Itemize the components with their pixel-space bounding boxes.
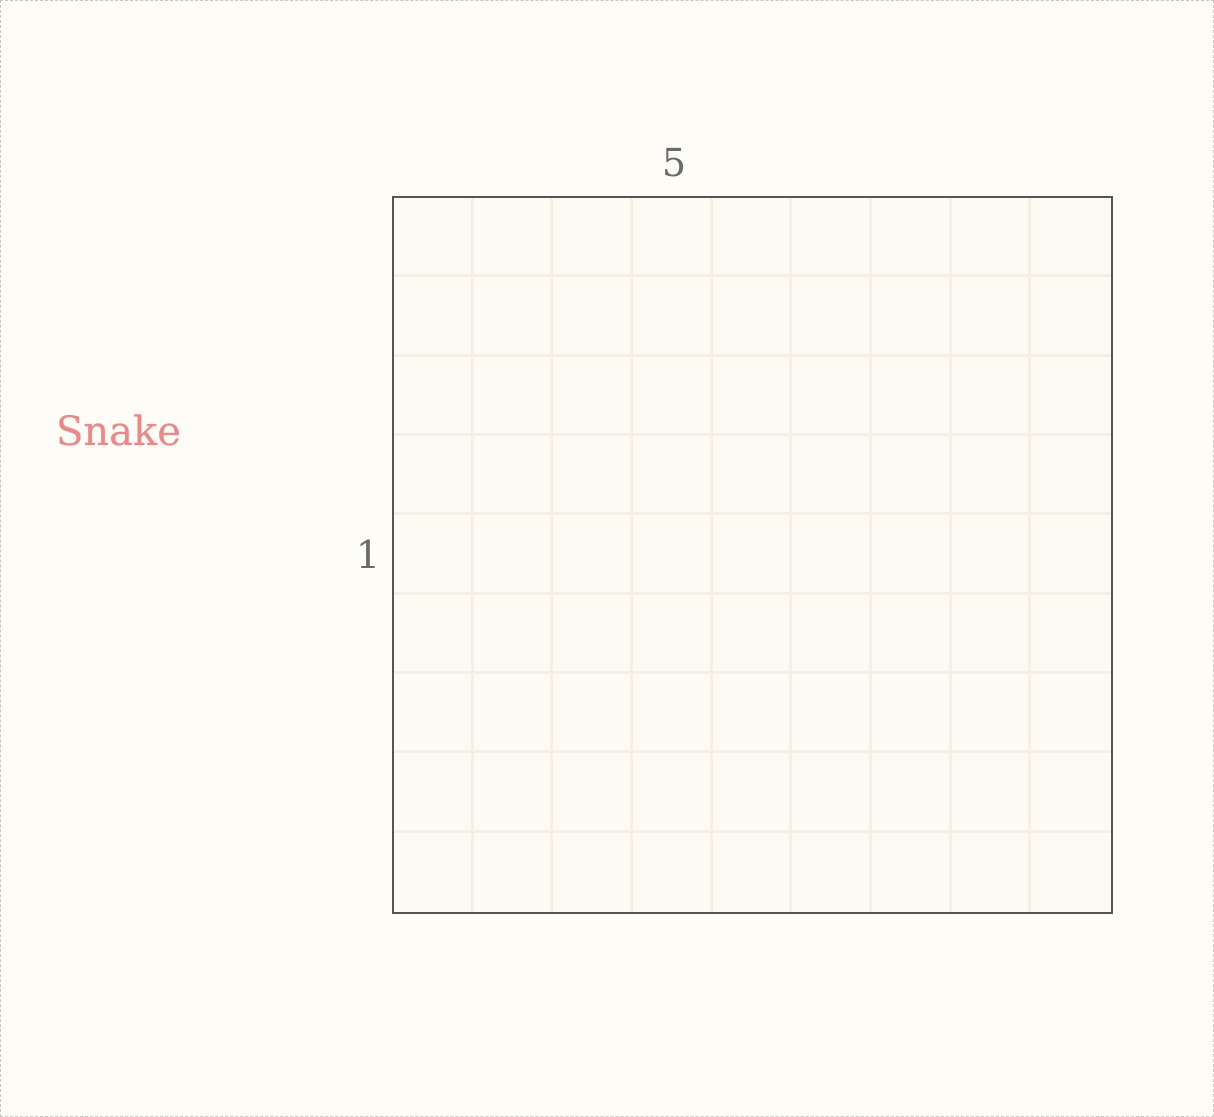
board-cell xyxy=(553,594,633,674)
board-cell xyxy=(553,674,633,754)
board-cell xyxy=(632,198,713,278)
board-cell xyxy=(792,515,872,595)
board-cell xyxy=(792,277,872,357)
board-cell xyxy=(632,356,713,436)
game-board[interactable] xyxy=(392,196,1113,914)
board-cell xyxy=(473,436,554,516)
board-cell xyxy=(553,198,633,278)
board-cell xyxy=(792,753,872,833)
board-cell xyxy=(951,753,1032,833)
board-cell xyxy=(394,436,474,516)
board-cell xyxy=(792,356,872,436)
board-cell xyxy=(473,832,554,912)
level-number: 1 xyxy=(355,533,381,577)
board-cell xyxy=(473,515,554,595)
board-cell xyxy=(951,515,1032,595)
board-cell xyxy=(712,198,793,278)
board-cell xyxy=(632,436,713,516)
board-cell xyxy=(871,277,952,357)
board-cell xyxy=(1031,277,1111,357)
board-cell xyxy=(1031,198,1111,278)
board-cell xyxy=(1031,594,1111,674)
board-cell xyxy=(951,198,1032,278)
board-cell xyxy=(871,198,952,278)
board-cell xyxy=(632,674,713,754)
board-cell xyxy=(951,674,1032,754)
board-cell xyxy=(394,674,474,754)
board-cell xyxy=(712,515,793,595)
board-cell xyxy=(871,436,952,516)
board-cell xyxy=(712,674,793,754)
board-cell xyxy=(553,832,633,912)
board-cell xyxy=(394,356,474,436)
game-title: Snake xyxy=(56,409,181,455)
board-cell xyxy=(792,832,872,912)
board-cell xyxy=(394,832,474,912)
board-cell xyxy=(871,356,952,436)
board-cell xyxy=(871,515,952,595)
board-cell xyxy=(871,832,952,912)
board-cell xyxy=(951,832,1032,912)
board-cell xyxy=(473,594,554,674)
board-cell xyxy=(473,277,554,357)
board-cell xyxy=(553,277,633,357)
board-cell xyxy=(1031,832,1111,912)
board-cell xyxy=(394,277,474,357)
board-cell xyxy=(712,753,793,833)
board-cell xyxy=(553,356,633,436)
board-cell xyxy=(871,674,952,754)
board-cell xyxy=(792,674,872,754)
board-cell xyxy=(394,594,474,674)
board-cell xyxy=(632,515,713,595)
board-cell xyxy=(473,198,554,278)
board-cell xyxy=(951,594,1032,674)
board-cell xyxy=(1031,356,1111,436)
board-cell xyxy=(473,674,554,754)
board-cell xyxy=(712,356,793,436)
board-cell xyxy=(712,832,793,912)
board-cell xyxy=(792,198,872,278)
board-cell xyxy=(394,515,474,595)
score-number: 5 xyxy=(661,141,687,185)
board-cell xyxy=(1031,674,1111,754)
board-cell xyxy=(792,436,872,516)
board-cell xyxy=(792,594,872,674)
board-cell xyxy=(473,753,554,833)
board-cell xyxy=(1031,436,1111,516)
board-cell xyxy=(951,356,1032,436)
board-cell xyxy=(1031,753,1111,833)
board-cell xyxy=(951,277,1032,357)
board-cell xyxy=(712,594,793,674)
board-cell xyxy=(632,832,713,912)
board-cell xyxy=(871,594,952,674)
board-cell xyxy=(632,277,713,357)
board-cell xyxy=(632,753,713,833)
board-cell xyxy=(394,753,474,833)
board-cell xyxy=(473,356,554,436)
board-cell xyxy=(871,753,952,833)
board-cell xyxy=(1031,515,1111,595)
board-cell xyxy=(394,198,474,278)
board-cell xyxy=(712,277,793,357)
board-cell xyxy=(951,436,1032,516)
board-cell xyxy=(553,436,633,516)
board-cell xyxy=(553,515,633,595)
board-cell xyxy=(632,594,713,674)
board-cell xyxy=(712,436,793,516)
board-cell xyxy=(553,753,633,833)
